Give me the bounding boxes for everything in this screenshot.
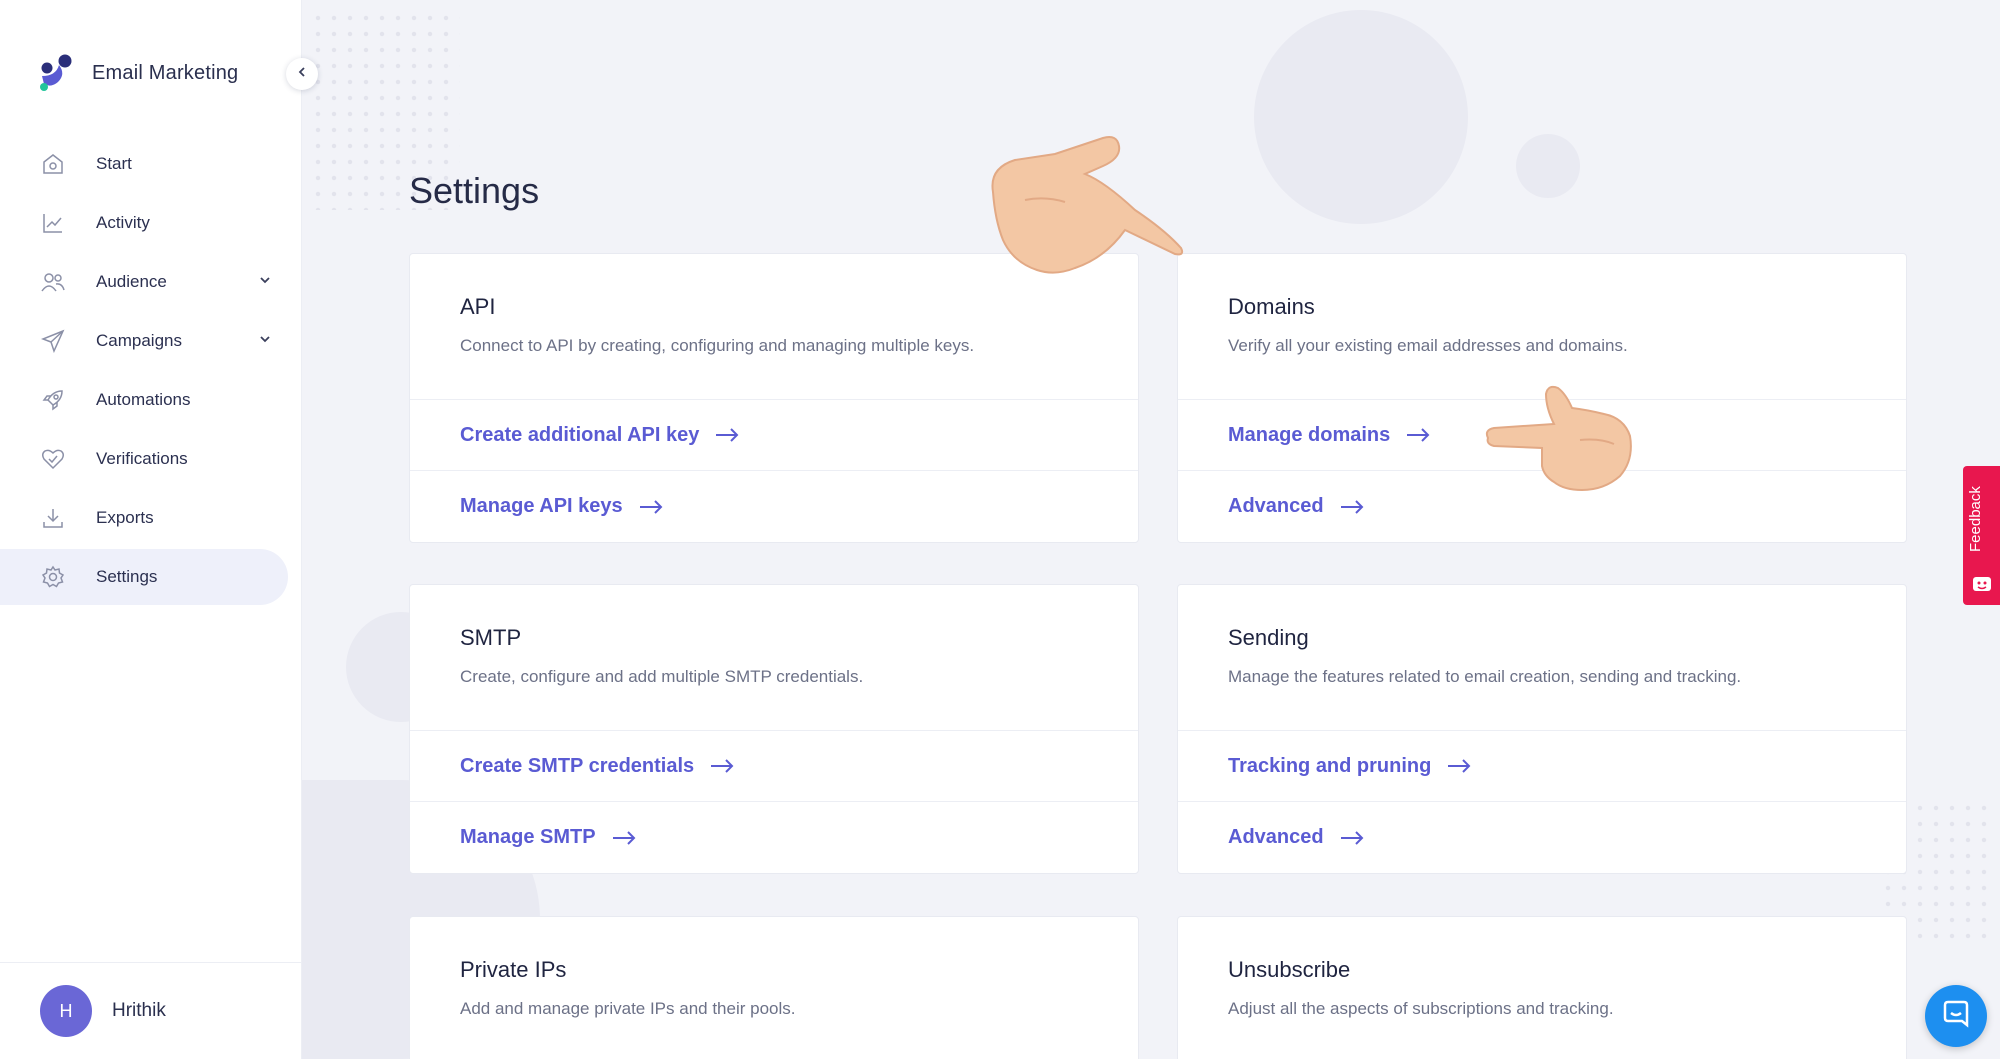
settings-card-sending: Sending Manage the features related to e… bbox=[1177, 584, 1907, 874]
sidebar-item-label: Activity bbox=[96, 213, 150, 232]
create-smtp-credentials-link[interactable]: Create SMTP credentials bbox=[410, 731, 1138, 802]
sidebar-item-label: Verifications bbox=[96, 449, 188, 468]
chevron-left-icon bbox=[296, 65, 308, 83]
chevron-down-icon[interactable] bbox=[258, 273, 272, 292]
rocket-icon bbox=[40, 387, 66, 413]
sidebar-item-start[interactable]: Start bbox=[0, 136, 302, 192]
home-icon bbox=[40, 151, 66, 177]
feedback-tab[interactable]: Feedback bbox=[1963, 466, 2000, 605]
card-header: Unsubscribe Adjust all the aspects of su… bbox=[1178, 917, 1906, 1059]
sidebar-item-label: Campaigns bbox=[96, 331, 182, 350]
sidebar-item-label: Settings bbox=[96, 567, 158, 586]
pointing-hand-icon bbox=[991, 136, 1184, 274]
heart-check-icon bbox=[40, 446, 66, 472]
manage-api-keys-link[interactable]: Manage API keys bbox=[410, 471, 1138, 542]
sending-advanced-link[interactable]: Advanced bbox=[1178, 802, 1906, 873]
gear-icon bbox=[40, 564, 66, 590]
sidebar-item-label: Audience bbox=[96, 272, 167, 291]
users-icon bbox=[40, 269, 66, 295]
settings-card-private-ips: Private IPs Add and manage private IPs a… bbox=[409, 916, 1139, 1059]
arrow-right-icon bbox=[1340, 499, 1364, 514]
arrow-right-icon bbox=[710, 759, 734, 773]
download-icon bbox=[40, 505, 66, 531]
pointing-hand-icon bbox=[1485, 385, 1632, 492]
card-title: SMTP bbox=[460, 625, 522, 650]
link-label: Advanced bbox=[1228, 495, 1324, 517]
arrow-right-icon bbox=[612, 830, 636, 845]
link-label: Manage SMTP bbox=[460, 826, 596, 848]
sidebar-item-label: Exports bbox=[96, 508, 154, 527]
card-description: Manage the features related to email cre… bbox=[1228, 667, 1742, 686]
arrow-right-icon bbox=[1447, 759, 1471, 773]
user-name: Hrithik bbox=[112, 1000, 166, 1021]
sidebar-item-settings[interactable]: Settings bbox=[0, 549, 288, 605]
link-label: Tracking and pruning bbox=[1228, 754, 1432, 777]
link-label: Manage domains bbox=[1228, 423, 1391, 446]
card-description: Connect to API by creating, configuring … bbox=[460, 336, 975, 355]
collapse-sidebar-button[interactable] bbox=[286, 58, 318, 90]
feedback-label: Feedback bbox=[1967, 486, 1984, 552]
sidebar-item-verifications[interactable]: Verifications bbox=[0, 431, 302, 487]
sidebar-item-automations[interactable]: Automations bbox=[0, 372, 302, 428]
chat-icon bbox=[1941, 999, 1971, 1034]
sidebar-item-activity[interactable]: Activity bbox=[0, 195, 302, 251]
app-name: Email Marketing bbox=[92, 61, 239, 84]
chat-button[interactable] bbox=[1925, 985, 1987, 1047]
background-circle bbox=[1516, 134, 1580, 198]
link-label: Create SMTP credentials bbox=[460, 754, 695, 777]
sidebar-nav: Start Activity Audience Campaigns Automa… bbox=[0, 136, 302, 608]
manage-smtp-link[interactable]: Manage SMTP bbox=[410, 802, 1138, 873]
avatar: H bbox=[40, 985, 92, 1037]
user-profile[interactable]: H Hrithik bbox=[0, 962, 302, 1059]
card-header: Sending Manage the features related to e… bbox=[1178, 585, 1906, 731]
card-header: Private IPs Add and manage private IPs a… bbox=[410, 917, 1138, 1059]
arrow-right-icon bbox=[715, 428, 739, 442]
card-description: Add and manage private IPs and their poo… bbox=[460, 999, 796, 1018]
feedback-face-icon bbox=[1972, 574, 1992, 599]
arrow-right-icon bbox=[1406, 428, 1430, 442]
settings-card-api: API Connect to API by creating, configur… bbox=[409, 253, 1139, 543]
card-header: SMTP Create, configure and add multiple … bbox=[410, 585, 1138, 731]
link-label: Create additional API key bbox=[460, 423, 700, 446]
card-title: API bbox=[460, 294, 496, 319]
arrow-right-icon bbox=[639, 499, 663, 514]
tracking-and-pruning-link[interactable]: Tracking and pruning bbox=[1178, 731, 1906, 802]
settings-card-smtp: SMTP Create, configure and add multiple … bbox=[409, 584, 1139, 874]
card-title: Sending bbox=[1228, 625, 1309, 650]
card-description: Adjust all the aspects of subscriptions … bbox=[1228, 999, 1614, 1018]
card-description: Create, configure and add multiple SMTP … bbox=[460, 667, 864, 686]
sidebar-item-campaigns[interactable]: Campaigns bbox=[0, 313, 302, 369]
sidebar-item-label: Automations bbox=[96, 390, 191, 409]
sidebar-item-label: Start bbox=[96, 154, 132, 173]
arrow-right-icon bbox=[1340, 830, 1364, 845]
card-title: Domains bbox=[1228, 294, 1315, 319]
sidebar: Email Marketing Start Activity Audience bbox=[0, 0, 302, 1059]
chevron-down-icon[interactable] bbox=[258, 332, 272, 351]
link-label: Advanced bbox=[1228, 826, 1324, 848]
chart-line-icon bbox=[40, 210, 66, 236]
settings-card-unsubscribe: Unsubscribe Adjust all the aspects of su… bbox=[1177, 916, 1907, 1059]
sidebar-item-exports[interactable]: Exports bbox=[0, 490, 302, 546]
create-api-key-link[interactable]: Create additional API key bbox=[410, 400, 1138, 471]
brand[interactable]: Email Marketing bbox=[38, 54, 238, 92]
link-label: Manage API keys bbox=[460, 495, 623, 517]
page-title: Settings bbox=[409, 170, 540, 211]
card-header: Domains Verify all your existing email a… bbox=[1178, 254, 1906, 400]
card-header: API Connect to API by creating, configur… bbox=[410, 254, 1138, 400]
brand-logo-icon bbox=[38, 54, 72, 92]
paper-plane-icon bbox=[40, 328, 66, 354]
card-title: Unsubscribe bbox=[1228, 957, 1351, 982]
card-description: Verify all your existing email addresses… bbox=[1228, 336, 1628, 355]
card-title: Private IPs bbox=[460, 957, 567, 982]
sidebar-item-audience[interactable]: Audience bbox=[0, 254, 302, 310]
background-circle bbox=[1254, 10, 1468, 224]
